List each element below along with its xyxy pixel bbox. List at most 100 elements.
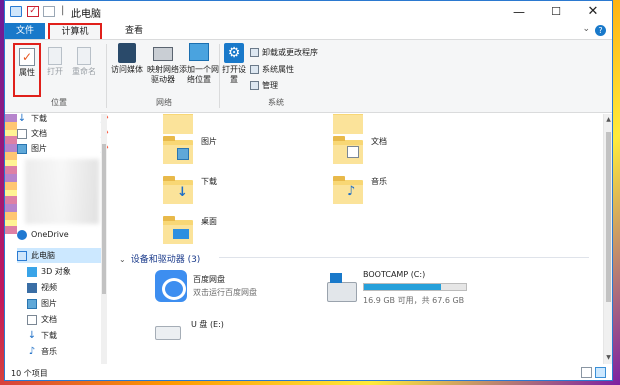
document-icon: [347, 146, 359, 158]
music-icon: ♪: [28, 345, 36, 357]
manage-button[interactable]: 管理: [250, 79, 278, 91]
nav-label: 此电脑: [31, 251, 55, 260]
download-icon: ↓: [177, 185, 188, 200]
nav-item-pictures[interactable]: 图片: [27, 296, 123, 311]
nav-label: 视频: [41, 283, 57, 292]
add-location-label: 添加一个网络位置: [179, 65, 219, 84]
computer-icon: [17, 250, 27, 261]
drive-c-icon[interactable]: [327, 273, 357, 302]
nav-item-downloads[interactable]: ↓ 下载: [27, 328, 123, 343]
open-settings-label: 打开设置: [222, 65, 246, 84]
drive-c-title: BOOTCAMP (C:): [363, 270, 426, 279]
manage-icon: [250, 80, 259, 90]
scroll-down-icon[interactable]: ▼: [605, 354, 612, 362]
section-title: 设备和驱动器 (3): [130, 255, 201, 265]
map-drive-button[interactable]: 映射网络驱动器: [146, 43, 180, 85]
folder-downloads[interactable]: ↓: [163, 176, 193, 204]
open-button[interactable]: 打开: [44, 47, 66, 77]
section-devices-heading[interactable]: ⌄ 设备和驱动器 (3): [119, 252, 200, 265]
tab-file[interactable]: 文件: [5, 23, 45, 39]
document-icon: [27, 314, 37, 325]
tab-view[interactable]: 查看: [125, 23, 143, 39]
uninstall-button[interactable]: 卸载或更改程序: [250, 46, 318, 58]
properties-quick-icon[interactable]: ✓: [27, 6, 39, 17]
access-media-label: 访问媒体: [111, 65, 143, 74]
section-divider: [219, 257, 589, 258]
folder-label: 下载: [201, 177, 217, 186]
item-count: 10 个项目: [11, 368, 48, 378]
help-icon[interactable]: ?: [595, 25, 606, 36]
properties-button[interactable]: ✓ 属性: [13, 43, 41, 97]
folder-label: 桌面: [201, 217, 217, 226]
nav-item-pictures-quick[interactable]: 图片 📌: [17, 141, 113, 156]
picture-icon: [17, 143, 27, 154]
usb-title: U 盘 (E:): [191, 320, 224, 329]
details-view-icon[interactable]: [581, 367, 592, 378]
nav-item-this-pc[interactable]: 此电脑: [17, 248, 101, 263]
network-location-icon: [189, 43, 209, 61]
nav-label: 文档: [41, 315, 57, 324]
folder-icon[interactable]: [163, 114, 193, 134]
system-properties-label: 系统属性: [262, 64, 294, 74]
3d-objects-icon: [27, 266, 37, 277]
nav-item-downloads-quick[interactable]: ↓ 下载 📌: [17, 111, 113, 126]
open-icon: [48, 47, 62, 65]
folder-documents[interactable]: [333, 136, 363, 164]
folder-pictures[interactable]: [163, 136, 193, 164]
open-label: 打开: [47, 67, 63, 76]
tab-computer[interactable]: 计算机: [48, 23, 102, 39]
nav-item-onedrive[interactable]: OneDrive: [17, 227, 113, 242]
document-icon: [17, 128, 27, 139]
baidu-netdisk-icon[interactable]: [155, 270, 187, 302]
rename-button[interactable]: 重命名: [69, 47, 99, 77]
usb-drive-icon[interactable]: [155, 326, 181, 340]
nav-item-videos[interactable]: 视频: [27, 280, 123, 295]
nav-scrollbar[interactable]: [101, 114, 107, 364]
nav-item-music[interactable]: ♪ 音乐: [27, 344, 123, 359]
nav-label: 下载: [41, 331, 57, 340]
access-media-button[interactable]: 访问媒体: [109, 43, 145, 75]
nav-label: 音乐: [41, 347, 57, 356]
nav-item-documents[interactable]: 文档: [27, 312, 123, 327]
window-title: 此电脑: [71, 9, 101, 20]
new-folder-quick-icon[interactable]: [43, 6, 55, 17]
download-icon: ↓: [17, 112, 27, 124]
baidu-subtitle: 双击运行百度网盘: [193, 288, 257, 297]
content-scrollbar[interactable]: ▲ ▼: [603, 114, 612, 364]
scroll-up-icon[interactable]: ▲: [605, 116, 612, 124]
map-drive-label: 映射网络驱动器: [147, 65, 179, 84]
rename-icon: [77, 47, 91, 65]
group-label-location: 位置: [51, 98, 67, 107]
programs-icon: [250, 47, 259, 57]
uninstall-label: 卸载或更改程序: [262, 47, 318, 57]
windows-icon: [330, 273, 342, 283]
system-properties-button[interactable]: 系统属性: [250, 63, 294, 75]
chevron-down-icon[interactable]: ⌄: [582, 24, 590, 34]
nav-label: 3D 对象: [41, 267, 71, 276]
add-network-location-button[interactable]: 添加一个网络位置: [179, 43, 219, 85]
maximize-button[interactable]: ☐: [541, 1, 571, 23]
folder-icon[interactable]: [333, 114, 363, 134]
title-bar: ✓ | 此电脑 — ☐ ✕: [5, 1, 612, 23]
nav-label: 下载: [31, 114, 47, 123]
folder-label: 图片: [201, 137, 217, 146]
minimize-button[interactable]: —: [504, 1, 534, 23]
open-settings-button[interactable]: ⚙ 打开设置: [221, 43, 247, 85]
large-icons-view-icon[interactable]: [595, 367, 606, 378]
scrollbar-thumb[interactable]: [606, 132, 611, 302]
ribbon: ✓ 属性 打开 重命名 位置 访问媒体 映射网络驱动器 添加一个网络位置 网络 …: [5, 39, 612, 113]
gear-icon: ⚙: [224, 43, 244, 63]
scrollbar-thumb[interactable]: [102, 144, 106, 294]
folder-music[interactable]: ♪: [333, 176, 363, 204]
cloud-icon: [17, 229, 27, 240]
close-button[interactable]: ✕: [578, 1, 608, 23]
properties-label: 属性: [19, 68, 35, 77]
navigation-pane: ↓ 下载 📌 文档 📌 图片 📌 OneDrive 此电脑 3D 对象: [5, 113, 109, 364]
nav-label: OneDrive: [31, 230, 69, 239]
ribbon-divider: [106, 44, 107, 108]
nav-item-3d-objects[interactable]: 3D 对象: [27, 264, 123, 279]
pixelated-region: [25, 159, 99, 224]
folder-desktop[interactable]: [163, 216, 193, 244]
nav-item-documents-quick[interactable]: 文档 📌: [17, 126, 113, 141]
network-drive-icon: [153, 47, 173, 61]
